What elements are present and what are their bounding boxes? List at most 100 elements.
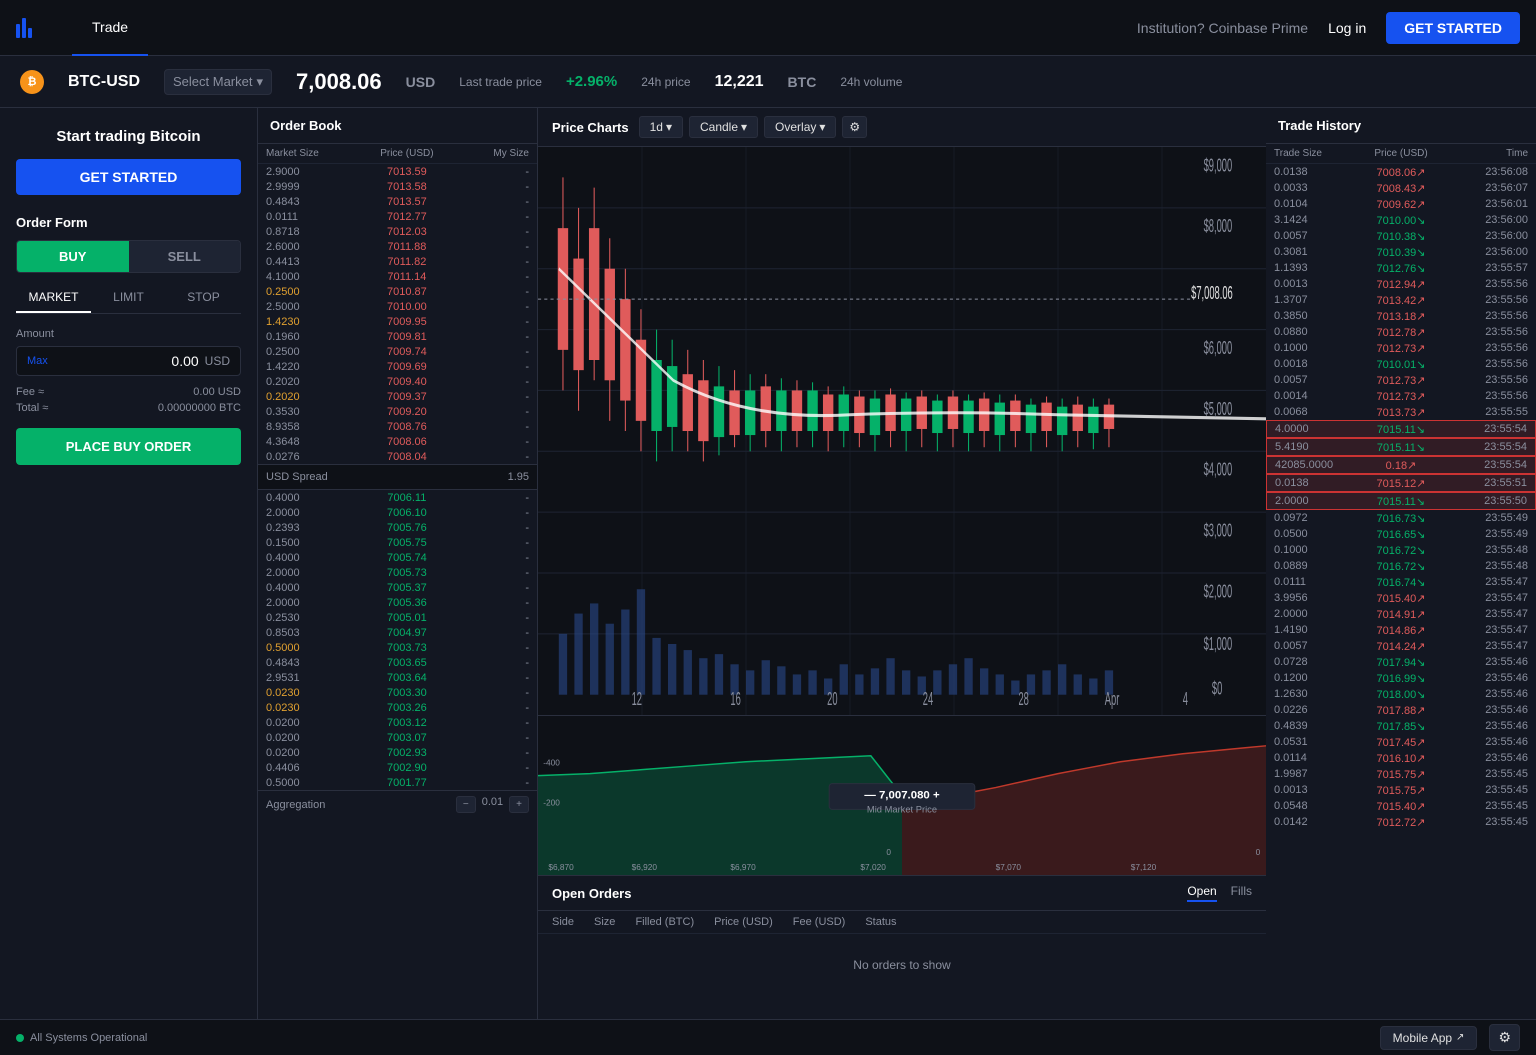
trade-row[interactable]: 0.3850 7013.18↗ 23:55:56: [1266, 308, 1536, 324]
bid-row[interactable]: 0.4000 7005.37 -: [258, 580, 537, 595]
bid-row[interactable]: 0.8503 7004.97 -: [258, 625, 537, 640]
max-link[interactable]: Max: [27, 355, 48, 367]
trade-row[interactable]: 0.0033 7008.43↗ 23:56:07: [1266, 180, 1536, 196]
aggregation-decrease-button[interactable]: −: [456, 796, 476, 813]
trade-row[interactable]: 0.0531 7017.45↗ 23:55:46: [1266, 734, 1536, 750]
chart-settings-button[interactable]: ⚙: [842, 116, 867, 138]
ask-row[interactable]: 0.3530 7009.20 -: [258, 404, 537, 419]
trade-row[interactable]: 0.0014 7012.73↗ 23:55:56: [1266, 388, 1536, 404]
trade-row[interactable]: 0.0880 7012.78↗ 23:55:56: [1266, 324, 1536, 340]
trade-row[interactable]: 5.4190 7015.11↘ 23:55:54: [1266, 438, 1536, 456]
trade-row[interactable]: 2.0000 7014.91↗ 23:55:47: [1266, 606, 1536, 622]
trade-row[interactable]: 0.0138 7008.06↗ 23:56:08: [1266, 164, 1536, 180]
nav-get-started-button[interactable]: GET STARTED: [1386, 12, 1520, 44]
trade-row[interactable]: 0.0548 7015.40↗ 23:55:45: [1266, 798, 1536, 814]
timeframe-button[interactable]: 1d ▾: [639, 116, 683, 138]
select-market-dropdown[interactable]: Select Market ▾: [164, 69, 272, 95]
sell-tab[interactable]: SELL: [129, 241, 241, 272]
trade-row[interactable]: 0.0972 7016.73↘ 23:55:49: [1266, 510, 1536, 526]
ask-row[interactable]: 2.5000 7010.00 -: [258, 299, 537, 314]
ask-row[interactable]: 0.1960 7009.81 -: [258, 329, 537, 344]
trade-row[interactable]: 0.1200 7016.99↘ 23:55:46: [1266, 670, 1536, 686]
bid-row[interactable]: 0.0230 7003.30 -: [258, 685, 537, 700]
trade-row[interactable]: 1.1393 7012.76↘ 23:55:57: [1266, 260, 1536, 276]
bid-row[interactable]: 0.5000 7003.73 -: [258, 640, 537, 655]
trade-row[interactable]: 0.0068 7013.73↗ 23:55:55: [1266, 404, 1536, 420]
aggregation-increase-button[interactable]: +: [509, 796, 529, 813]
ask-row[interactable]: 0.4413 7011.82 -: [258, 254, 537, 269]
ask-row[interactable]: 4.3648 7008.06 -: [258, 434, 537, 449]
ask-row[interactable]: 2.9999 7013.58 -: [258, 179, 537, 194]
bid-row[interactable]: 0.0200 7002.93 -: [258, 745, 537, 760]
fills-tab[interactable]: Fills: [1231, 884, 1252, 902]
ask-row[interactable]: 2.9000 7013.59 -: [258, 164, 537, 179]
bid-row[interactable]: 2.0000 7005.36 -: [258, 595, 537, 610]
trade-row[interactable]: 0.0057 7010.38↘ 23:56:00: [1266, 228, 1536, 244]
bid-row[interactable]: 0.2530 7005.01 -: [258, 610, 537, 625]
amount-input[interactable]: Max 0.00 USD: [16, 346, 241, 376]
bid-row[interactable]: 2.0000 7006.10 -: [258, 505, 537, 520]
bid-row[interactable]: 0.4406 7002.90 -: [258, 760, 537, 775]
bid-row[interactable]: 0.4000 7006.11 -: [258, 490, 537, 505]
trade-row[interactable]: 0.3081 7010.39↘ 23:56:00: [1266, 244, 1536, 260]
trade-row[interactable]: 0.0104 7009.62↗ 23:56:01: [1266, 196, 1536, 212]
trade-row[interactable]: 0.0013 7015.75↗ 23:55:45: [1266, 782, 1536, 798]
bid-row[interactable]: 0.1500 7005.75 -: [258, 535, 537, 550]
ask-row[interactable]: 0.2020 7009.40 -: [258, 374, 537, 389]
trade-row[interactable]: 0.0013 7012.94↗ 23:55:56: [1266, 276, 1536, 292]
bid-row[interactable]: 0.0200 7003.07 -: [258, 730, 537, 745]
bid-row[interactable]: 2.9531 7003.64 -: [258, 670, 537, 685]
bid-row[interactable]: 0.4000 7005.74 -: [258, 550, 537, 565]
trade-row[interactable]: 0.0889 7016.72↘ 23:55:48: [1266, 558, 1536, 574]
trade-row[interactable]: 0.0138 7015.12↗ 23:55:51: [1266, 474, 1536, 492]
trade-row[interactable]: 0.0114 7016.10↗ 23:55:46: [1266, 750, 1536, 766]
bid-row[interactable]: 0.0200 7003.12 -: [258, 715, 537, 730]
bid-row[interactable]: 0.0230 7003.26 -: [258, 700, 537, 715]
overlay-button[interactable]: Overlay ▾: [764, 116, 836, 138]
trade-row[interactable]: 4.0000 7015.11↘ 23:55:54: [1266, 420, 1536, 438]
stop-tab[interactable]: STOP: [166, 283, 241, 313]
ask-row[interactable]: 0.2500 7010.87 -: [258, 284, 537, 299]
trade-row[interactable]: 0.1000 7012.73↗ 23:55:56: [1266, 340, 1536, 356]
ask-row[interactable]: 1.4220 7009.69 -: [258, 359, 537, 374]
ask-row[interactable]: 0.0276 7008.04 -: [258, 449, 537, 464]
place-buy-order-button[interactable]: PLACE BUY ORDER: [16, 428, 241, 465]
limit-tab[interactable]: LIMIT: [91, 283, 166, 313]
ask-row[interactable]: 2.6000 7011.88 -: [258, 239, 537, 254]
trade-row[interactable]: 0.4839 7017.85↘ 23:55:46: [1266, 718, 1536, 734]
ask-row[interactable]: 0.2020 7009.37 -: [258, 389, 537, 404]
ask-row[interactable]: 4.1000 7011.14 -: [258, 269, 537, 284]
trade-row[interactable]: 0.0142 7012.72↗ 23:55:45: [1266, 814, 1536, 830]
trade-row[interactable]: 0.0226 7017.88↗ 23:55:46: [1266, 702, 1536, 718]
trade-row[interactable]: 2.0000 7015.11↘ 23:55:50: [1266, 492, 1536, 510]
bid-row[interactable]: 0.2393 7005.76 -: [258, 520, 537, 535]
trade-row[interactable]: 0.0057 7012.73↗ 23:55:56: [1266, 372, 1536, 388]
institution-link[interactable]: Institution? Coinbase Prime: [1137, 20, 1308, 36]
market-tab[interactable]: MARKET: [16, 283, 91, 313]
trade-row[interactable]: 1.3707 7013.42↗ 23:55:56: [1266, 292, 1536, 308]
sidebar-get-started-button[interactable]: GET STARTED: [16, 159, 241, 195]
nav-tab-trade[interactable]: Trade: [72, 0, 148, 56]
ask-row[interactable]: 0.2500 7009.74 -: [258, 344, 537, 359]
ask-row[interactable]: 0.0111 7012.77 -: [258, 209, 537, 224]
trade-row[interactable]: 42085.0000 0.18↗ 23:55:54: [1266, 456, 1536, 474]
login-button[interactable]: Log in: [1328, 20, 1366, 36]
trade-row[interactable]: 1.2630 7018.00↘ 23:55:46: [1266, 686, 1536, 702]
bid-row[interactable]: 0.4843 7003.65 -: [258, 655, 537, 670]
chart-type-button[interactable]: Candle ▾: [689, 116, 758, 138]
trade-row[interactable]: 0.0057 7014.24↗ 23:55:47: [1266, 638, 1536, 654]
trade-row[interactable]: 3.9956 7015.40↗ 23:55:47: [1266, 590, 1536, 606]
mobile-app-button[interactable]: Mobile App ↗: [1380, 1026, 1478, 1050]
buy-tab[interactable]: BUY: [17, 241, 129, 272]
bid-row[interactable]: 0.5000 7001.77 -: [258, 775, 537, 790]
trade-row[interactable]: 1.9987 7015.75↗ 23:55:45: [1266, 766, 1536, 782]
ask-row[interactable]: 0.8718 7012.03 -: [258, 224, 537, 239]
trade-row[interactable]: 3.1424 7010.00↘ 23:56:00: [1266, 212, 1536, 228]
trade-row[interactable]: 0.1000 7016.72↘ 23:55:48: [1266, 542, 1536, 558]
settings-button[interactable]: ⚙: [1489, 1024, 1520, 1051]
trade-row[interactable]: 0.0018 7010.01↘ 23:55:56: [1266, 356, 1536, 372]
trade-row[interactable]: 0.0111 7016.74↘ 23:55:47: [1266, 574, 1536, 590]
open-tab[interactable]: Open: [1187, 884, 1216, 902]
ask-row[interactable]: 8.9358 7008.76 -: [258, 419, 537, 434]
trade-row[interactable]: 0.0500 7016.65↘ 23:55:49: [1266, 526, 1536, 542]
